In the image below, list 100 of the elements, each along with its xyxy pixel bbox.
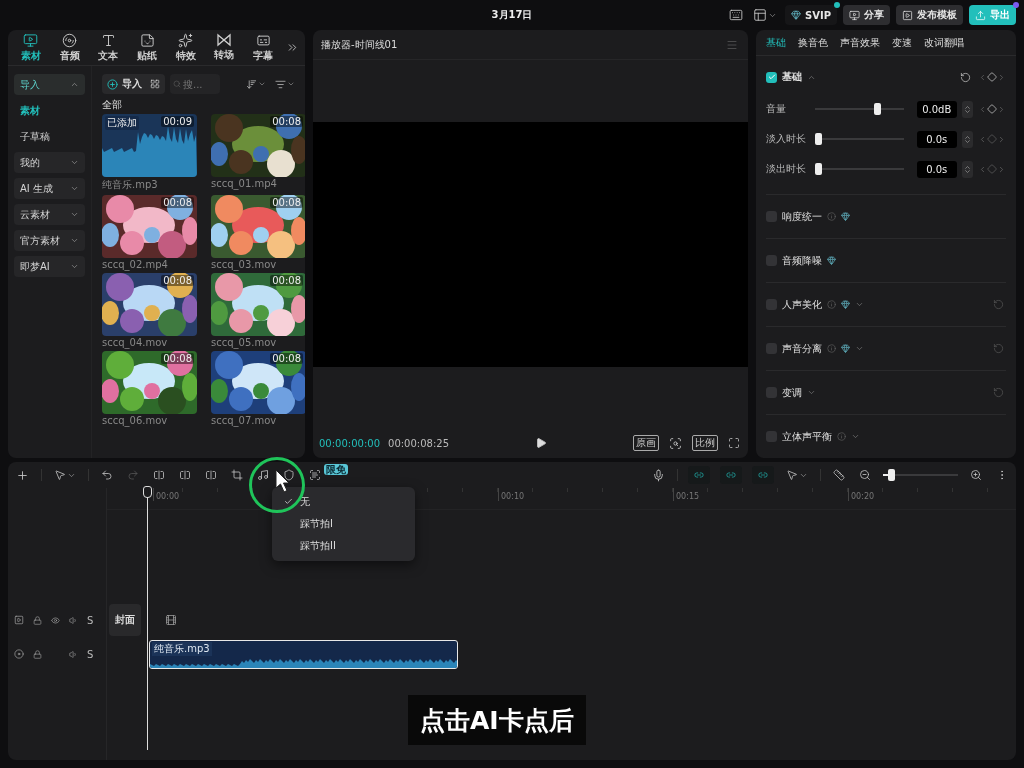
checkbox[interactable]	[766, 387, 777, 398]
sidebar-item[interactable]: AI 生成	[14, 178, 85, 199]
pointer-icon	[786, 469, 798, 481]
media-tab[interactable]: 贴纸	[128, 32, 166, 63]
sidebar-item[interactable]: 导入	[14, 74, 85, 95]
undo-icon	[101, 469, 113, 481]
file-name: sccq_01.mp4	[211, 178, 278, 189]
search-field[interactable]: 搜...	[170, 74, 220, 94]
inspector-tab[interactable]: 改词翻唱	[918, 35, 970, 50]
chevron-left-icon	[978, 164, 987, 174]
checkbox[interactable]	[766, 255, 777, 266]
solo-button[interactable]: S	[87, 648, 94, 660]
diamond-icon	[987, 164, 997, 174]
template-icon	[902, 9, 913, 21]
value-field[interactable]: 0.0s	[916, 160, 957, 178]
media-thumbnail[interactable]: 00:08	[211, 351, 305, 414]
plus-circle-icon	[107, 78, 118, 90]
sidebar-item[interactable]: 我的	[14, 152, 85, 173]
player-title: 播放器-时间线01	[321, 37, 398, 52]
duration-label: 00:08	[270, 353, 303, 364]
slider-thumb[interactable]	[814, 163, 822, 175]
media-tab[interactable]: 音频	[50, 32, 89, 63]
zoom-thumb[interactable]	[888, 469, 896, 481]
diamond-icon	[987, 72, 997, 82]
checkbox[interactable]	[766, 343, 777, 354]
media-tab[interactable]: 转场	[205, 33, 244, 62]
media-tab[interactable]: 字幕	[244, 32, 283, 63]
gem-icon	[827, 256, 836, 265]
stepper-button[interactable]	[961, 130, 973, 148]
inspector-tab[interactable]: 基础	[760, 35, 792, 50]
media-thumbnail[interactable]: 00:08	[211, 114, 305, 177]
vip-button[interactable]: SVIP	[785, 5, 837, 25]
media-tab[interactable]: 特效	[166, 32, 205, 63]
gem-icon	[791, 10, 801, 20]
zoom-out-button[interactable]	[857, 467, 873, 483]
media-tab[interactable]: 文本	[89, 32, 128, 63]
stepper-button[interactable]	[961, 160, 973, 178]
inspector-tab[interactable]: 变速	[886, 35, 918, 50]
sidebar-item[interactable]: 即梦AI	[14, 256, 85, 277]
lock-icon	[33, 649, 42, 659]
chevron-left-icon	[978, 72, 987, 82]
file-name: sccq_03.mov	[211, 259, 278, 270]
media-thumbnail[interactable]: 00:08	[102, 351, 197, 414]
stepper-button[interactable]	[961, 100, 973, 118]
added-badge: 已添加	[105, 116, 139, 130]
fullscreen-button[interactable]	[726, 435, 742, 451]
checkbox[interactable]	[766, 299, 777, 310]
promo-badge: 限免	[324, 464, 348, 475]
up-down-icon	[962, 104, 972, 114]
inspector-tab[interactable]: 声音效果	[834, 35, 886, 50]
inspector-tab[interactable]: 换音色	[792, 35, 834, 50]
cover-button[interactable]: 封面	[109, 604, 141, 636]
beat-button[interactable]	[255, 467, 271, 483]
caret-icon	[70, 262, 79, 271]
zoom-in-button[interactable]	[968, 467, 984, 483]
value-field[interactable]: 0.0s	[916, 130, 957, 148]
media-thumbnail[interactable]: 00:08	[211, 273, 305, 336]
checkbox[interactable]	[766, 431, 777, 442]
audio-clip[interactable]: 纯音乐.mp3	[149, 639, 458, 669]
caption-button[interactable]	[307, 467, 323, 483]
checkbox[interactable]	[766, 71, 777, 83]
sidebar-item[interactable]: 素材	[14, 100, 85, 121]
sidebar-item[interactable]: 子草稿	[14, 126, 85, 147]
crop-button[interactable]	[229, 467, 245, 483]
keyframe-control[interactable]	[978, 104, 1006, 114]
value-field[interactable]: 0.0dB	[916, 100, 957, 118]
sidebar-item[interactable]: 官方素材	[14, 230, 85, 251]
toolbar-button[interactable]: 发布模板	[896, 5, 963, 25]
keyboard-icon	[729, 8, 743, 22]
duration-label: 00:09	[161, 116, 194, 127]
chevron-right-icon	[997, 164, 1006, 174]
up-down-icon	[962, 164, 972, 174]
media-thumbnail[interactable]: 已添加 00:09	[102, 114, 197, 177]
info-icon	[837, 432, 846, 441]
import-button[interactable]: 导入	[102, 74, 165, 94]
option-label: 立体声平衡	[782, 429, 832, 444]
slider-label: 淡入时长	[766, 132, 807, 146]
sidebar-item[interactable]: 云素材	[14, 204, 85, 225]
scan-text-icon	[309, 469, 321, 481]
quality-button[interactable]: 原画	[633, 435, 659, 451]
undo-button[interactable]	[99, 467, 115, 483]
captions-icon	[255, 32, 271, 48]
menu-item[interactable]: 踩节拍I	[272, 513, 415, 535]
ruler-button[interactable]	[831, 467, 847, 483]
slider-thumb[interactable]	[814, 133, 822, 145]
keyframe-control[interactable]	[978, 72, 1006, 82]
option-label: 人声美化	[782, 297, 822, 312]
solo-button[interactable]: S	[87, 614, 94, 626]
slider-thumb[interactable]	[873, 103, 881, 115]
checkbox[interactable]	[766, 211, 777, 222]
redo-icon	[127, 469, 139, 481]
media-tab[interactable]: 素材	[12, 32, 50, 63]
duration-label: 00:08	[270, 275, 303, 286]
ruler-label: 00:15	[673, 488, 848, 501]
ratio-button[interactable]: 比例	[692, 435, 718, 451]
menu-item[interactable]: 踩节拍II	[272, 535, 415, 557]
toolbar-button[interactable]: 分享	[843, 5, 890, 25]
slider-label: 淡出时长	[766, 162, 807, 176]
duration-label: 00:08	[270, 116, 303, 127]
media-thumbnail[interactable]: 00:08	[102, 273, 197, 336]
